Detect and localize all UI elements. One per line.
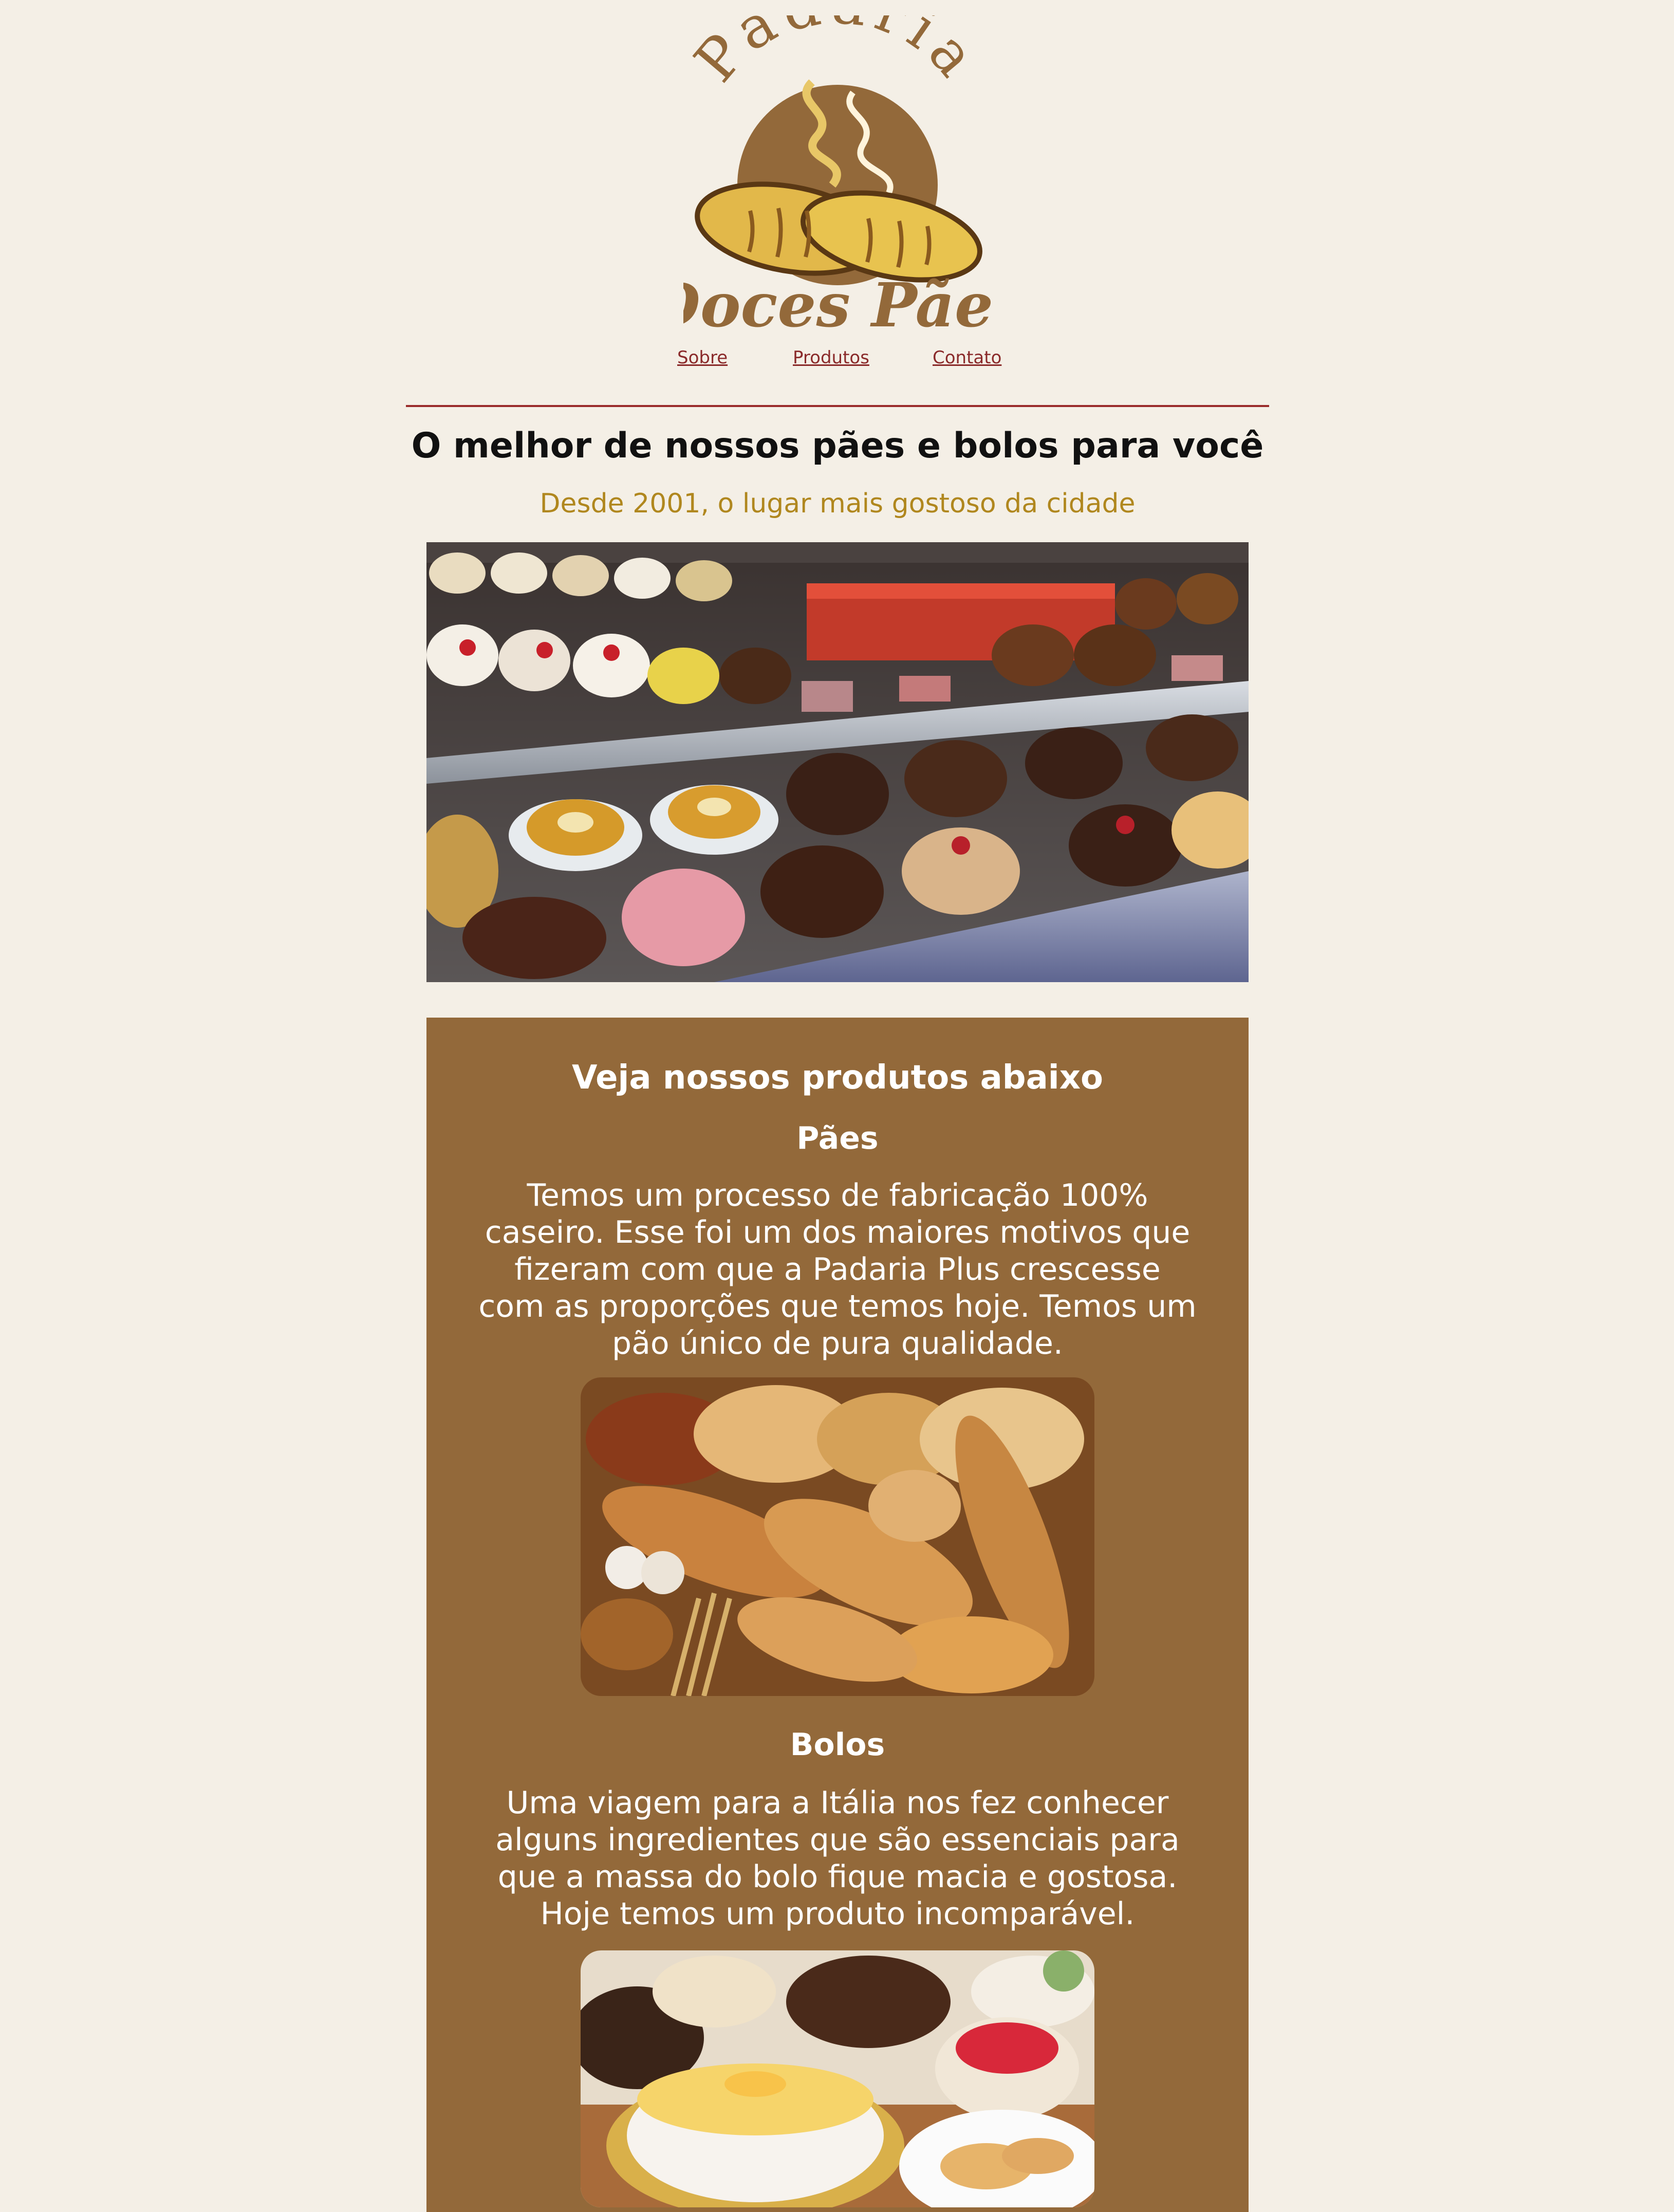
bakery-logo[interactable]: Padaria Doces Pães [646, 0, 1028, 341]
header-divider [406, 405, 1269, 407]
page-subtitle: Desde 2001, o lugar mais gostoso da cida… [540, 488, 1136, 519]
logo-top-text: Padaria [682, 0, 986, 95]
product-text-paes: Temos um processo de fabricação 100% cas… [478, 1177, 1197, 1361]
bakery-display-case-photo [426, 542, 1249, 982]
nav-contato[interactable]: Contato [933, 347, 1001, 368]
product-text-bolos: Uma viagem para a Itália nos fez conhece… [495, 1785, 1180, 1932]
products-section: Veja nossos produtos abaixo Pães Temos u… [426, 1018, 1249, 2212]
page-title: O melhor de nossos pães e bolos para voc… [411, 426, 1264, 466]
product-title-paes: Pães [796, 1120, 879, 1156]
nav-sobre[interactable]: Sobre [677, 347, 728, 368]
nav-produtos[interactable]: Produtos [793, 347, 869, 368]
cakes-photo [581, 1950, 1094, 2207]
breads-photo [581, 1377, 1094, 1696]
product-title-bolos: Bolos [790, 1727, 885, 1763]
svg-text:Padaria: Padaria [683, 15, 992, 95]
bread-logo-icon: Padaria Doces Pães [646, 0, 1028, 341]
products-heading: Veja nossos produtos abaixo [572, 1059, 1103, 1097]
logo-bottom-text: Doces Pães [683, 269, 992, 339]
